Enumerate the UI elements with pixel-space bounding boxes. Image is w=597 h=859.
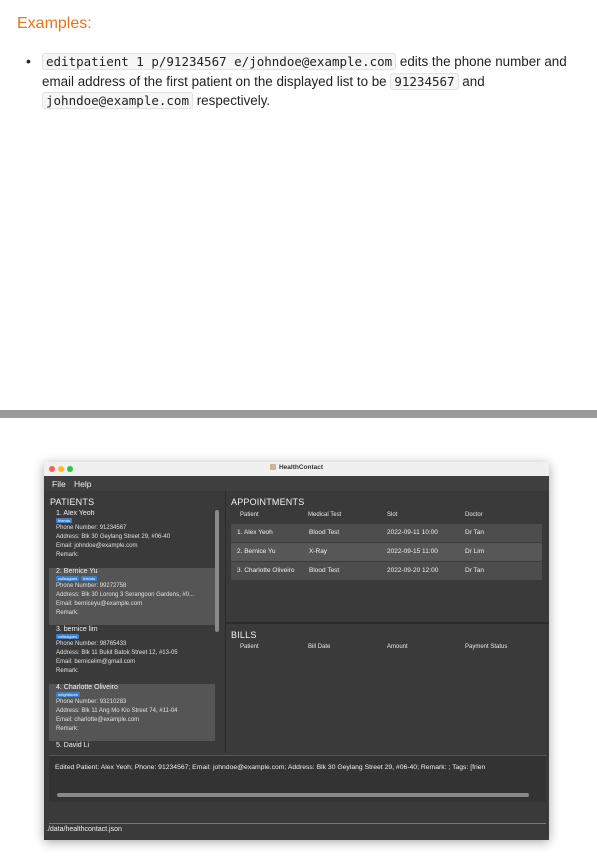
patient-phone: Phone Number: 91234567: [56, 525, 127, 531]
menu-file[interactable]: File: [52, 479, 66, 489]
appt-header-test[interactable]: Medical Test: [308, 512, 341, 518]
patient-name: 1. Alex Yeoh: [56, 510, 95, 517]
patient-remark: Remark:: [56, 552, 79, 558]
example-paragraph: editpatient 1 p/91234567 e/johndoe@examp…: [42, 52, 571, 111]
patient-tag: neighbours: [56, 692, 80, 697]
appt-slot: 2022-09-15 11:00: [387, 548, 438, 555]
patient-remark: Remark:: [56, 610, 79, 616]
appointment-row[interactable]: 1. Alex Yeoh Blood Test 2022-09-11 10:00…: [231, 524, 542, 542]
result-message: Edited Patient: Alex Yeoh; Phone: 912345…: [55, 764, 486, 771]
patient-address: Address: Blk 30 Lorong 3 Serangoon Garde…: [56, 592, 195, 598]
patient-phone: Phone Number: 93210283: [56, 699, 127, 705]
patient-tag: friends: [81, 576, 98, 581]
appt-doctor: Dr Tan: [465, 567, 485, 574]
patient-tag: colleagues: [56, 634, 80, 639]
patient-list[interactable]: 1. Alex Yeoh friends Phone Number: 91234…: [49, 510, 217, 750]
patients-title: PATIENTS: [50, 497, 95, 507]
appt-patient: 2. Bernice Yu: [237, 548, 276, 555]
patient-name: 2. Bernice Yu: [56, 568, 98, 575]
example-text-3: respectively.: [193, 93, 271, 108]
patient-card[interactable]: 4. Charlotte Oliveiro neighbours Phone N…: [49, 684, 215, 741]
section-heading: Examples:: [17, 15, 92, 32]
menu-help[interactable]: Help: [74, 479, 91, 489]
patient-remark: Remark:: [56, 726, 79, 732]
bill-header-patient[interactable]: Patient: [240, 644, 259, 650]
patient-remark: Remark:: [56, 668, 79, 674]
patient-card[interactable]: 3. bernice lim colleagues Phone Number: …: [49, 626, 215, 683]
patient-card[interactable]: 2. Bernice Yu colleagues friends Phone Nu…: [49, 568, 215, 625]
appt-test: X-Ray: [309, 548, 328, 555]
window-titlebar: HealthContact: [44, 462, 549, 476]
patient-tag: friends: [56, 518, 73, 523]
appt-doctor: Dr Tan: [465, 529, 485, 536]
patient-card[interactable]: 5. David Li: [49, 742, 215, 750]
patient-address: Address: Blk 11 Bukit Batok Street 12, #…: [56, 650, 178, 656]
appt-slot: 2022-09-20 12:00: [387, 567, 439, 574]
patient-email: Email: charlotte@example.com: [56, 717, 140, 723]
appt-test: Blood Test: [309, 567, 340, 574]
patient-address: Address: Blk 11 Ang Mo Kio Street 74, #1…: [56, 708, 178, 714]
patient-tag: colleagues: [56, 576, 80, 581]
bullet-dot: •: [26, 53, 31, 69]
bill-header-status[interactable]: Payment Status: [465, 644, 507, 650]
window-title: HealthContact: [44, 464, 549, 471]
appt-test: Blood Test: [309, 529, 340, 536]
appt-patient: 3. Charlotte Oliveiro: [237, 567, 295, 574]
result-display[interactable]: Edited Patient: Alex Yeoh; Phone: 912345…: [49, 755, 546, 802]
appt-slot: 2022-09-11 10:00: [387, 529, 438, 536]
patient-name: 5. David Li: [56, 742, 90, 749]
appt-header-doctor[interactable]: Doctor: [465, 512, 483, 518]
appointment-row[interactable]: 3. Charlotte Oliveiro Blood Test 2022-09…: [231, 562, 542, 580]
example-phone-code: 91234567: [390, 72, 459, 90]
menu-bar: File Help: [44, 476, 549, 491]
patient-list-scrollbar[interactable]: [215, 510, 219, 632]
appt-header-slot[interactable]: Slot: [387, 512, 397, 518]
bill-header-amount[interactable]: Amount: [387, 644, 408, 650]
section-divider: [0, 410, 597, 418]
appt-header-patient[interactable]: Patient: [240, 512, 259, 518]
app-window: HealthContact File Help PATIENTS 1. Alex…: [44, 462, 549, 840]
example-text-2: and: [458, 73, 485, 89]
appointment-row[interactable]: 2. Bernice Yu X-Ray 2022-09-15 11:00 Dr …: [231, 543, 542, 561]
bills-title: BILLS: [231, 630, 257, 640]
appt-doctor: Dr Lim: [465, 548, 485, 555]
example-bullet: • editpatient 1 p/91234567 e/johndoe@exa…: [26, 52, 571, 111]
bill-header-date[interactable]: Bill Date: [308, 644, 330, 650]
pane-divider-horizontal[interactable]: [226, 622, 549, 624]
patient-email: Email: berniceyu@example.com: [56, 601, 143, 607]
patient-phone: Phone Number: 99272758: [56, 583, 127, 589]
patient-email: Email: johndoe@example.com: [56, 543, 138, 549]
patient-email: Email: bernicelim@gmail.com: [56, 659, 136, 665]
appointments-title: APPOINTMENTS: [231, 497, 305, 507]
example-email-code: johndoe@example.com: [42, 92, 193, 109]
result-scrollbar[interactable]: [57, 793, 529, 797]
patient-card[interactable]: 1. Alex Yeoh friends Phone Number: 91234…: [49, 510, 215, 567]
window-title-text: HealthContact: [278, 464, 324, 471]
appt-patient: 1. Alex Yeoh: [237, 529, 273, 536]
command-input[interactable]: [49, 803, 546, 824]
patient-name: 3. bernice lim: [56, 626, 98, 633]
patient-phone: Phone Number: 98765433: [56, 641, 127, 647]
status-bar-path: ./data/healthcontact.json: [46, 826, 122, 833]
app-logo-icon: [269, 464, 276, 471]
patient-name: 4. Charlotte Oliveiro: [56, 684, 118, 691]
patient-address: Address: Blk 30 Geylang Street 29, #06-4…: [56, 534, 171, 540]
example-command-code: editpatient 1 p/91234567 e/johndoe@examp…: [42, 53, 397, 70]
